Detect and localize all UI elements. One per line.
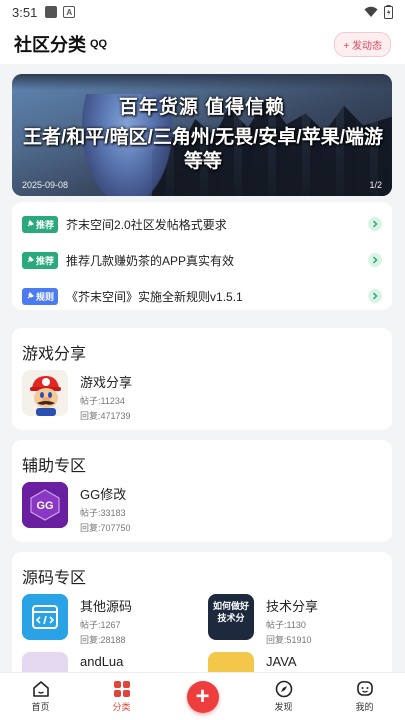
- mario-icon: [22, 370, 68, 416]
- code-window-icon: [22, 594, 68, 640]
- qq-badge: QQ: [90, 38, 108, 50]
- forum-name: JAVA: [266, 654, 297, 669]
- notice-text: 芥末空间2.0社区发帖格式要求: [66, 217, 227, 232]
- a-notification-icon: A: [63, 6, 76, 18]
- section-assist: 辅助专区 GG GG修改 帖子:33183 回复:707750: [12, 440, 392, 542]
- pin-icon: [27, 292, 34, 299]
- gg-logo-text: GG: [36, 500, 53, 512]
- nav-home[interactable]: 首页: [0, 673, 81, 720]
- forum-item[interactable]: GG GG修改 帖子:33183 回复:707750: [22, 482, 131, 534]
- tag-label: 推荐: [36, 255, 55, 266]
- page-header: 社区分类 QQ + 发动态: [0, 24, 405, 64]
- wifi-icon: [364, 6, 378, 17]
- nav-publish[interactable]: +: [162, 673, 243, 720]
- section-title: 辅助专区: [22, 458, 87, 475]
- section-game-share: 游戏分享 游戏分享 帖子:11234 回复:471739: [12, 328, 392, 430]
- forum-posts: 帖子:1130: [266, 620, 306, 630]
- notice-list: 推荐 芥末空间2.0社区发帖格式要求 推荐 推荐几款赚奶茶的APP真实有效 规则…: [12, 202, 392, 310]
- java-icon: [208, 652, 254, 672]
- nav-discover[interactable]: 发现: [243, 673, 324, 720]
- forum-item[interactable]: 如何做好技术分 技术分享 帖子:1130 回复:51910: [208, 594, 318, 646]
- gg-icon: GG: [22, 482, 68, 528]
- page-title: 社区分类: [14, 35, 86, 55]
- forum-item[interactable]: JAVA: [208, 652, 297, 672]
- forum-name: andLua: [80, 654, 124, 669]
- post-button[interactable]: + 发动态: [334, 31, 391, 57]
- tag-label: 推荐: [36, 219, 55, 230]
- banner-top-shade: [12, 74, 392, 90]
- banner-carousel[interactable]: 百年货源 值得信赖 王者/和平/暗区/三角州/无畏/安卓/苹果/端游等等 202…: [12, 74, 392, 196]
- nav-label: 首页: [31, 702, 50, 712]
- tech-share-logo-text: 如何做好技术分: [212, 601, 249, 623]
- section-source: 源码专区 其他源码 帖子:1267 回复:28188 如何做好技术分 技术分享 …: [12, 552, 392, 672]
- chevron-right-icon: [368, 217, 382, 231]
- forum-item[interactable]: 其他源码 帖子:1267 回复:28188: [22, 594, 132, 646]
- category-grid-icon: [113, 681, 130, 697]
- forum-replies: 回复:28188: [80, 635, 126, 645]
- forum-name: GG修改: [80, 487, 127, 502]
- chevron-right-icon: [368, 289, 382, 303]
- forum-name: 其他源码: [80, 599, 133, 614]
- notification-icon: [45, 6, 58, 18]
- forum-item[interactable]: andLua: [22, 652, 123, 672]
- pin-icon: [27, 256, 34, 263]
- forum-posts: 帖子:1267: [80, 620, 121, 630]
- compass-icon: [275, 680, 292, 698]
- tech-share-icon: 如何做好技术分: [208, 594, 254, 640]
- content-scroll[interactable]: 百年货源 值得信赖 王者/和平/暗区/三角州/无畏/安卓/苹果/端游等等 202…: [0, 64, 405, 672]
- tag-label: 规则: [36, 291, 55, 302]
- bottom-nav: 首页 分类 + 发现 我的: [0, 672, 405, 720]
- nav-mine[interactable]: 我的: [324, 673, 405, 720]
- profile-icon: [356, 681, 373, 696]
- forum-name: 游戏分享: [80, 375, 133, 390]
- andlua-icon: [22, 652, 68, 672]
- forum-posts: 帖子:33183: [80, 508, 126, 518]
- pin-icon: [27, 220, 34, 227]
- battery-icon: [384, 5, 393, 19]
- forum-posts: 帖子:11234: [80, 396, 125, 406]
- banner-subline: 王者/和平/暗区/三角州/无畏/安卓/苹果/端游等等: [23, 127, 383, 172]
- recommend-tag: 推荐: [22, 215, 59, 233]
- rule-tag: 规则: [22, 287, 59, 305]
- chevron-right-icon: [368, 253, 382, 267]
- forum-name: 技术分享: [266, 599, 319, 614]
- plus-icon[interactable]: +: [186, 680, 219, 713]
- nav-label: 发现: [274, 702, 293, 712]
- nav-category[interactable]: 分类: [81, 673, 162, 720]
- section-title: 源码专区: [22, 570, 87, 587]
- status-time: 3:51: [12, 4, 38, 20]
- notice-item[interactable]: 规则 《芥末空间》实施全新规则v1.5.1: [22, 278, 382, 314]
- banner-date: 2025-09-08: [22, 180, 69, 190]
- status-bar: 3:51 A: [0, 0, 405, 24]
- nav-label: 分类: [112, 702, 131, 712]
- nav-label: 我的: [355, 702, 374, 712]
- banner-headline: 百年货源 值得信赖: [118, 97, 286, 118]
- notice-text: 推荐几款赚奶茶的APP真实有效: [66, 253, 235, 268]
- forum-replies: 回复:471739: [80, 411, 131, 421]
- home-icon: [32, 681, 49, 697]
- notice-text: 《芥末空间》实施全新规则v1.5.1: [66, 289, 243, 304]
- forum-item[interactable]: 游戏分享 帖子:11234 回复:471739: [22, 370, 132, 422]
- banner-pager: 1/2: [369, 180, 382, 190]
- recommend-tag: 推荐: [22, 251, 59, 269]
- forum-replies: 回复:707750: [80, 523, 131, 533]
- forum-replies: 回复:51910: [266, 635, 312, 645]
- notice-item[interactable]: 推荐 推荐几款赚奶茶的APP真实有效: [22, 242, 382, 278]
- section-title: 游戏分享: [22, 346, 87, 363]
- notice-item[interactable]: 推荐 芥末空间2.0社区发帖格式要求: [22, 206, 382, 242]
